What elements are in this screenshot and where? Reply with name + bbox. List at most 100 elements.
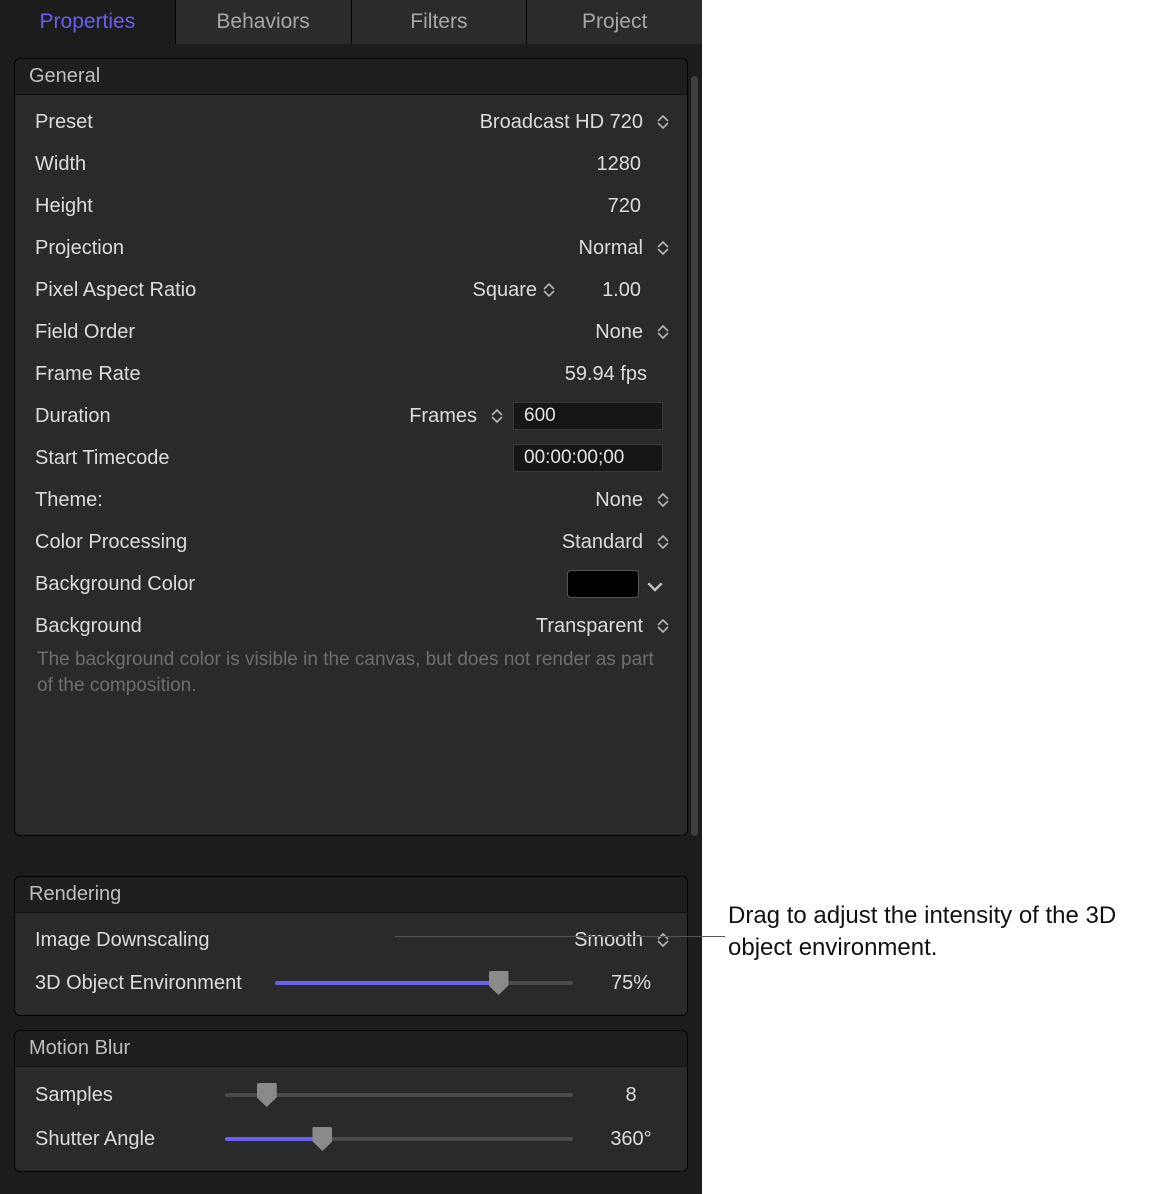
preset-value-text: Broadcast HD 720 <box>480 111 643 133</box>
downscale-label: Image Downscaling <box>35 929 275 952</box>
section-header-general[interactable]: General <box>15 59 687 95</box>
start-tc-label: Start Timecode <box>35 447 245 470</box>
section-general: General Preset Broadcast HD 720 Width 12… <box>14 58 688 836</box>
samples-label: Samples <box>35 1084 225 1107</box>
section-header-motion-blur[interactable]: Motion Blur <box>15 1031 687 1067</box>
downscale-value-text: Smooth <box>574 929 643 951</box>
start-tc-input[interactable]: 00:00:00;00 <box>513 444 663 472</box>
color-proc-value-text: Standard <box>562 531 643 553</box>
frame-rate-value-text: 59.94 fps <box>565 363 647 385</box>
shutter-slider[interactable] <box>225 1128 573 1150</box>
updn-icon[interactable] <box>655 490 671 510</box>
preset-value[interactable]: Broadcast HD 720 <box>245 111 651 134</box>
projection-value-text: Normal <box>579 237 643 259</box>
row-duration: Duration Frames 600 <box>15 395 687 437</box>
callout-leader-line <box>395 936 725 937</box>
background-label: Background <box>35 615 245 638</box>
theme-value-text: None <box>595 489 643 511</box>
width-value-text: 1280 <box>597 153 648 175</box>
updn-icon[interactable] <box>655 616 671 636</box>
env-slider-fill <box>275 981 499 985</box>
row-height: Height 720 <box>15 185 687 227</box>
projection-value[interactable]: Normal <box>245 237 651 260</box>
height-value[interactable]: 720 <box>245 195 655 218</box>
par-value[interactable]: Square <box>473 279 538 302</box>
shutter-value[interactable]: 360° <box>591 1128 671 1151</box>
section-body-general: Preset Broadcast HD 720 Width 1280 Heig <box>15 95 687 835</box>
duration-label: Duration <box>35 405 245 428</box>
preset-label: Preset <box>35 111 245 134</box>
row-background-color: Background Color <box>15 563 687 605</box>
updn-icon[interactable] <box>655 112 671 132</box>
field-order-value[interactable]: None <box>245 321 651 344</box>
row-projection: Projection Normal <box>15 227 687 269</box>
row-color-processing: Color Processing Standard <box>15 521 687 563</box>
duration-input[interactable]: 600 <box>513 402 663 430</box>
row-image-downscaling: Image Downscaling Smooth <box>15 919 687 961</box>
env-slider[interactable] <box>275 972 573 994</box>
updn-icon[interactable] <box>655 322 671 342</box>
theme-value[interactable]: None <box>245 489 651 512</box>
field-order-label: Field Order <box>35 321 245 344</box>
par-label: Pixel Aspect Ratio <box>35 279 245 302</box>
scrollbar-thumb[interactable] <box>691 76 698 836</box>
row-start-timecode: Start Timecode 00:00:00;00 <box>15 437 687 479</box>
env-slider-thumb[interactable] <box>489 971 509 995</box>
background-note: The background color is visible in the c… <box>15 647 687 708</box>
shutter-slider-fill <box>225 1137 322 1141</box>
downscale-value[interactable]: Smooth <box>275 929 651 952</box>
row-theme: Theme: None <box>15 479 687 521</box>
updn-icon[interactable] <box>655 532 671 552</box>
color-proc-label: Color Processing <box>35 531 245 554</box>
section-header-rendering[interactable]: Rendering <box>15 877 687 913</box>
updn-icon[interactable] <box>541 280 557 300</box>
inspector-panel: Properties Behaviors Filters Project Gen… <box>0 0 702 1194</box>
updn-icon[interactable] <box>655 238 671 258</box>
updn-icon[interactable] <box>489 406 505 426</box>
width-value[interactable]: 1280 <box>245 153 655 176</box>
row-3d-object-environment: 3D Object Environment 75% <box>15 961 687 1005</box>
frame-rate-label: Frame Rate <box>35 363 245 386</box>
tab-project[interactable]: Project <box>527 0 702 44</box>
samples-value[interactable]: 8 <box>591 1084 671 1107</box>
samples-slider-thumb[interactable] <box>257 1083 277 1107</box>
env-value[interactable]: 75% <box>591 972 671 995</box>
field-order-value-text: None <box>595 321 643 343</box>
section-motion-blur: Motion Blur Samples 8 Shutter Angle <box>14 1030 688 1172</box>
row-pixel-aspect-ratio: Pixel Aspect Ratio Square 1.00 <box>15 269 687 311</box>
width-label: Width <box>35 153 245 176</box>
section-rendering: Rendering Image Downscaling Smooth 3D Ob… <box>14 876 688 1016</box>
theme-label: Theme: <box>35 489 245 512</box>
color-proc-value[interactable]: Standard <box>245 531 651 554</box>
projection-label: Projection <box>35 237 245 260</box>
row-background: Background Transparent <box>15 605 687 647</box>
background-value[interactable]: Transparent <box>245 615 651 638</box>
section-body-rendering: Image Downscaling Smooth 3D Object Envir… <box>15 913 687 1015</box>
tab-filters[interactable]: Filters <box>352 0 528 44</box>
section-body-motion-blur: Samples 8 Shutter Angle 360° <box>15 1067 687 1171</box>
par-number[interactable]: 1.00 <box>587 279 647 302</box>
shutter-slider-thumb[interactable] <box>312 1127 332 1151</box>
row-field-order: Field Order None <box>15 311 687 353</box>
height-value-text: 720 <box>608 195 647 217</box>
samples-slider[interactable] <box>225 1084 573 1106</box>
background-value-text: Transparent <box>536 615 643 637</box>
row-width: Width 1280 <box>15 143 687 185</box>
row-shutter-angle: Shutter Angle 360° <box>15 1117 687 1161</box>
tab-properties[interactable]: Properties <box>0 0 176 44</box>
env-label: 3D Object Environment <box>35 972 275 995</box>
row-frame-rate: Frame Rate 59.94 fps <box>15 353 687 395</box>
scroll-area: General Preset Broadcast HD 720 Width 12… <box>0 58 702 1194</box>
row-preset: Preset Broadcast HD 720 <box>15 101 687 143</box>
bgcolor-swatch[interactable] <box>567 570 639 598</box>
frame-rate-value[interactable]: 59.94 fps <box>245 363 655 386</box>
updn-icon[interactable] <box>655 930 671 950</box>
shutter-label: Shutter Angle <box>35 1128 225 1151</box>
tab-bar: Properties Behaviors Filters Project <box>0 0 702 44</box>
height-label: Height <box>35 195 245 218</box>
chevron-down-icon[interactable] <box>647 576 663 592</box>
duration-unit[interactable]: Frames <box>409 405 477 428</box>
bgcolor-label: Background Color <box>35 573 245 596</box>
tab-behaviors[interactable]: Behaviors <box>176 0 352 44</box>
callout-text: Drag to adjust the intensity of the 3D o… <box>728 900 1148 965</box>
